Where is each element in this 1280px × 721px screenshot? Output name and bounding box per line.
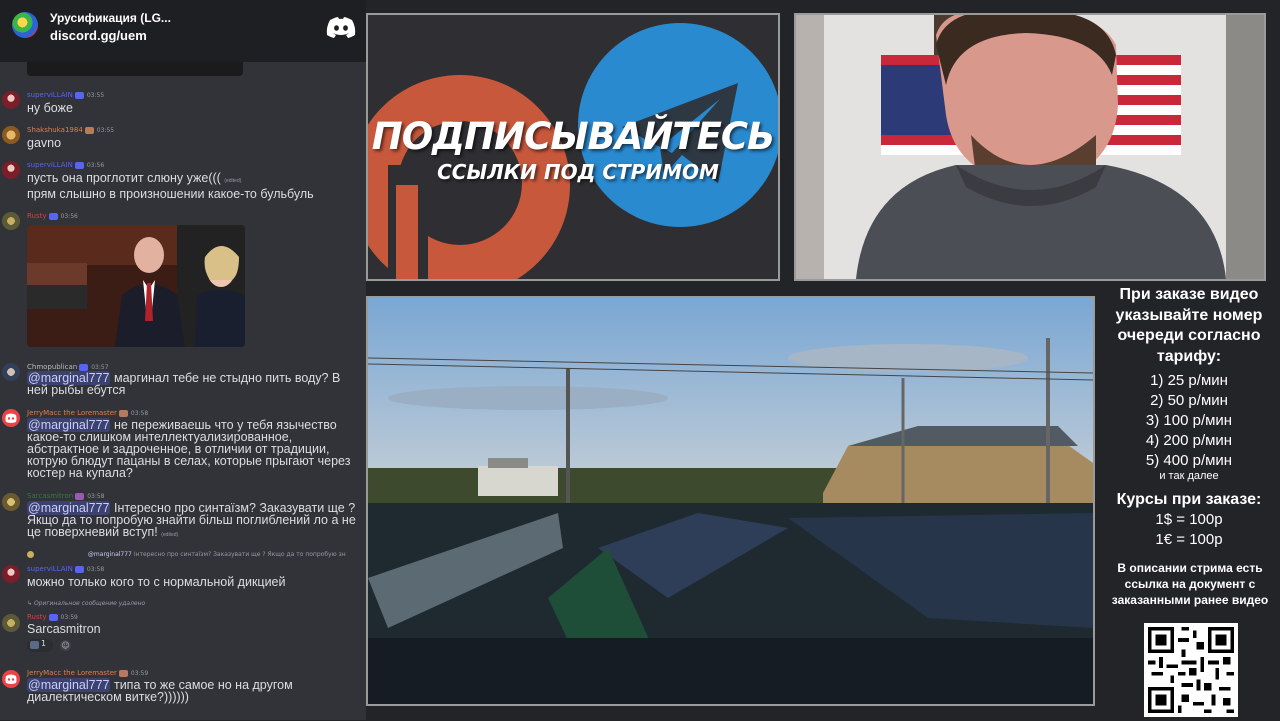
message-username[interactable]: Sarcasmitron 03:58 [27, 492, 105, 500]
edited-marker: (edited) [224, 178, 242, 184]
message-timestamp: 03:58 [130, 410, 149, 417]
webcam-feed [794, 13, 1266, 281]
message-username[interactable]: Rusty 03:56 [27, 212, 78, 220]
tariff-more: и так далее [1159, 470, 1219, 482]
chat-overlay: Урусификация (LG... discord.gg/uem super… [0, 0, 366, 720]
role-badge-icon [118, 669, 128, 677]
discord-default-avatar-icon [5, 413, 17, 423]
role-badge-icon [74, 565, 84, 573]
message-timestamp: 03:57 [91, 364, 109, 371]
message-timestamp: 03:59 [130, 670, 149, 677]
message-username[interactable]: superviLLAIN 03:56 [27, 161, 104, 169]
message-text: @marginal777 не переживаешь что у тебя я… [27, 418, 351, 480]
reply-avatar [27, 551, 34, 558]
message-username[interactable]: Rusty 03:59 [27, 613, 78, 621]
message-timestamp: 03:55 [96, 127, 115, 134]
tariff-item: 5) 400 р/мин [1145, 452, 1233, 469]
message-username[interactable]: Chmopublican 03:57 [27, 363, 109, 371]
image-attachment[interactable] [27, 225, 245, 347]
user-avatar[interactable] [2, 126, 20, 144]
message-username[interactable]: superviLLAIN 03:58 [27, 565, 104, 573]
edited-marker: (edited) [161, 532, 179, 538]
message-timestamp: 03:58 [86, 566, 105, 573]
message-timestamp: 03:59 [60, 614, 78, 621]
rates-title: Курсы при заказе: [1116, 491, 1262, 508]
reply-reference[interactable]: @marginal777 Інтересно про синтаїзм? Зак… [27, 551, 346, 558]
role-badge-icon [84, 126, 94, 134]
server-icon [12, 12, 38, 38]
discord-logo-icon [326, 17, 356, 38]
banner-subtitle: ССЫЛКИ ПОД СТРИМОМ [437, 160, 719, 184]
message-username[interactable]: JerryMacc the Loremaster 03:59 [27, 669, 148, 677]
previous-image-attachment[interactable] [27, 62, 243, 76]
banner-title: ПОДПИСЫВАЙТЕСЬ [371, 115, 775, 158]
message-username[interactable]: Shakshuka1984 03:55 [27, 126, 114, 134]
invite-link[interactable]: discord.gg/uem [50, 28, 147, 43]
message-text: можно только кого то с нормальной дикцие… [27, 575, 286, 589]
role-badge-icon [48, 212, 58, 220]
role-badge-icon [74, 161, 84, 169]
message-timestamp: 03:55 [86, 92, 105, 99]
user-avatar[interactable] [2, 91, 20, 109]
message-text: ну боже [27, 101, 73, 115]
role-badge-icon [74, 91, 84, 99]
user-avatar[interactable] [2, 670, 20, 688]
stream-description-note: В описании стрима есть ссылка на докумен… [1111, 561, 1269, 607]
message-text: @marginal777 маргинал тебе не стыдно пит… [27, 371, 341, 397]
discord-default-avatar-icon [5, 674, 17, 684]
webcam-image [796, 15, 1264, 279]
server-name: Урусификация (LG... [50, 11, 171, 25]
message-text: @marginal777 типа то же самое но на друг… [27, 678, 293, 704]
message-text: пусть она проглотит слюну уже((( (edited… [27, 171, 242, 185]
tariff-item: 2) 50 р/мин [1150, 392, 1228, 409]
role-badge-icon [79, 363, 89, 371]
order-instructions: При заказе видео указывайте номер очеред… [1115, 286, 1263, 365]
message-username[interactable]: JerryMacc the Loremaster 03:58 [27, 409, 148, 417]
role-badge-icon [118, 409, 128, 417]
message-text: gavno [27, 136, 62, 150]
reply-reference: ↳ Оригинальное сообщение удалено [27, 600, 146, 607]
user-avatar[interactable] [2, 363, 20, 381]
rate-usd: 1$ = 100р [1155, 511, 1223, 528]
add-reaction-icon[interactable]: ☺ [60, 640, 71, 651]
message-text: Sarcasmitron [27, 622, 101, 636]
video-frame [368, 298, 1093, 704]
message-reaction[interactable]: 1 [27, 639, 53, 652]
discord-server-header[interactable]: Урусификация (LG... discord.gg/uem [0, 0, 366, 62]
qr-code-icon[interactable] [1144, 623, 1238, 717]
message-username[interactable]: superviLLAIN 03:55 [27, 91, 104, 99]
user-avatar[interactable] [2, 409, 20, 427]
user-avatar[interactable] [2, 614, 20, 632]
role-badge-icon [75, 492, 85, 500]
tariff-item: 4) 200 р/мин [1145, 432, 1233, 449]
video-player[interactable] [366, 296, 1095, 706]
user-avatar[interactable] [2, 161, 20, 179]
message-text: прям слышно в произношении какое-то буль… [27, 187, 314, 201]
user-avatar[interactable] [2, 493, 20, 511]
image-attachment-picture [27, 225, 245, 347]
role-badge-icon [48, 613, 58, 621]
message-timestamp: 03:56 [60, 213, 78, 220]
tariff-item: 1) 25 р/мин [1150, 372, 1228, 389]
rate-eur: 1€ = 100р [1155, 531, 1223, 548]
reaction-emoji-icon [30, 641, 39, 649]
reply-arrow-icon: ↳ [27, 600, 33, 607]
message-text: @marginal777 Інтересно про синтаїзм? Зак… [27, 501, 356, 539]
user-avatar[interactable] [2, 212, 20, 230]
tariff-item: 3) 100 р/мин [1145, 412, 1233, 429]
message-timestamp: 03:58 [87, 493, 105, 500]
subscribe-banner: ПОДПИСЫВАЙТЕСЬ ССЫЛКИ ПОД СТРИМОМ [366, 13, 780, 281]
message-timestamp: 03:56 [86, 162, 105, 169]
user-avatar[interactable] [2, 565, 20, 583]
tariff-list: 1) 25 р/мин 2) 50 р/мин 3) 100 р/мин 4) … [1098, 371, 1280, 471]
